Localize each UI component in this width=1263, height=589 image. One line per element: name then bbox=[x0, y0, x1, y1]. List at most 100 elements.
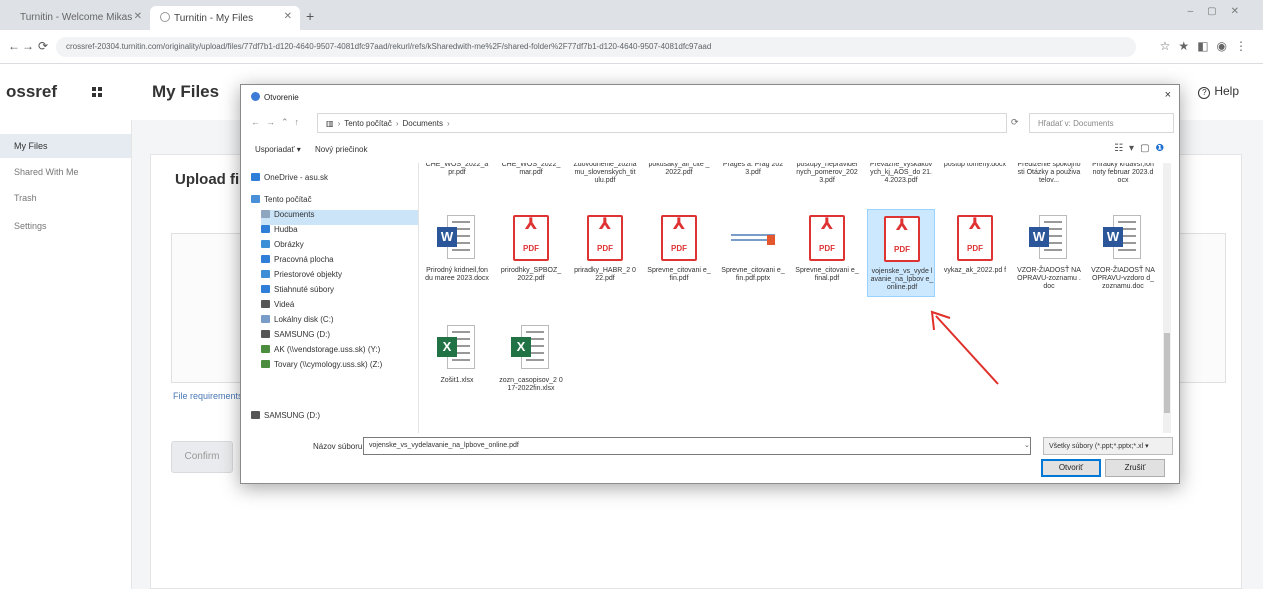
organize-menu[interactable]: Usporiadať ▾ bbox=[255, 145, 301, 154]
nav-pane-item[interactable]: SAMSUNG (D:) bbox=[261, 330, 418, 345]
file-item[interactable]: Predlženie spokojnosti Otázky a použivat… bbox=[1015, 163, 1083, 203]
pdf-file-icon: ⅄ PDF bbox=[884, 216, 920, 262]
file-item[interactable]: X Zošit1.xlsx bbox=[423, 319, 491, 407]
file-item[interactable]: ⅄ PDF vykaz_ak_2022.pd f bbox=[941, 209, 1009, 297]
nav-pane-item[interactable]: OneDrive - asu.sk bbox=[251, 173, 411, 188]
file-item[interactable]: W VZOR-ŽIADOSŤ NA OPRAVU-zoznamu .doc bbox=[1015, 209, 1083, 297]
dialog-search-input[interactable]: Hľadať v: Documents bbox=[1029, 113, 1174, 133]
file-name: priradky_HABR_2 022.pdf bbox=[574, 267, 636, 282]
nav-pane-item[interactable]: SAMSUNG (D:) bbox=[251, 411, 411, 426]
cancel-button[interactable]: Zrušiť bbox=[1105, 459, 1165, 477]
file-item[interactable]: Sprevne_citovani e_fin.pdf.pptx bbox=[719, 209, 787, 297]
pdf-file-icon: ⅄ PDF bbox=[809, 215, 845, 261]
close-tab-icon[interactable]: ✕ bbox=[134, 11, 142, 22]
file-name: Sprevne_citovani e_fin.pdf.pptx bbox=[721, 267, 785, 282]
dialog-nav-arrows[interactable]: ←→⌃↑ bbox=[251, 117, 305, 128]
url-field[interactable]: crossref-20304.turnitin.com/originality/… bbox=[56, 37, 1136, 57]
nav-pane-item[interactable]: Hudba bbox=[261, 225, 418, 240]
file-item[interactable]: CHE_WOS_2022_ mar.pdf bbox=[497, 163, 565, 203]
new-folder-button[interactable]: Nový priečinok bbox=[315, 145, 367, 154]
file-name-input[interactable]: vojenske_vs_vydelavanie_na_lpbove_online… bbox=[363, 437, 1031, 455]
dialog-breadcrumb[interactable]: ▥ › Tento počítač › Documents › bbox=[317, 113, 1007, 133]
browser-tab-active[interactable]: Turnitin - My Files ✕ bbox=[150, 6, 300, 30]
file-name: Predlženie spokojnosti Otázky a použivat… bbox=[1017, 163, 1081, 184]
sidebar-item-my-files[interactable]: My Files bbox=[0, 134, 131, 158]
nav-folder-icon bbox=[261, 345, 270, 353]
confirm-button[interactable]: Confirm bbox=[171, 441, 233, 473]
file-type-filter[interactable]: Všetky súbory (*.ppt;*.pptx;*.xl ▾ bbox=[1043, 437, 1173, 455]
favicon-icon bbox=[160, 12, 170, 22]
nav-item-label: Stiahnuté súbory bbox=[274, 285, 335, 294]
file-item[interactable]: postup tomeny.docx bbox=[941, 163, 1009, 203]
open-file-dialog: Otvorenie × ←→⌃↑ ▥ › Tento počítač › Documen… bbox=[240, 84, 1180, 484]
file-item[interactable]: CHE_WOS_2022_a pr.pdf bbox=[423, 163, 491, 203]
file-item[interactable]: W Prirodný kridneil,fondu maree 2023.docx bbox=[423, 209, 491, 297]
chevron-down-icon[interactable]: ⌄ bbox=[1024, 441, 1030, 449]
nav-pane-item[interactable]: AK (\\vendstorage.uss.sk) (Y:) bbox=[261, 345, 418, 360]
breadcrumb-item[interactable]: Documents bbox=[403, 119, 443, 128]
file-item[interactable]: pokusaky_ail_cite _2022.pdf bbox=[645, 163, 713, 203]
help-label: Help bbox=[1214, 84, 1239, 98]
file-item[interactable]: ⅄ PDF Sprevne_citovani e_fin.pdf bbox=[645, 209, 713, 297]
file-item[interactable]: ⅄ PDF prirodhky_SPBOZ_ 2022.pdf bbox=[497, 209, 565, 297]
dialog-close-button[interactable]: × bbox=[1165, 89, 1171, 101]
nav-folder-icon bbox=[261, 360, 270, 368]
nav-pane-item[interactable]: Tento počítač bbox=[251, 195, 411, 210]
file-item[interactable]: ⅄ PDF vojenske_vs_vyde lavanie_na_lpbov e_… bbox=[867, 209, 935, 297]
window-controls[interactable]: –▢✕ bbox=[1188, 6, 1253, 17]
nav-pane-item[interactable]: Videá bbox=[261, 300, 418, 315]
file-item[interactable]: Prageš a. Prag 2023.pdf bbox=[719, 163, 787, 203]
forward-icon[interactable]: → bbox=[22, 39, 34, 53]
file-scrollbar[interactable] bbox=[1163, 163, 1171, 433]
extension-icons[interactable]: ☆★◧◉⋮ bbox=[1160, 39, 1255, 53]
help-icon[interactable]: ❶ bbox=[1156, 143, 1170, 154]
close-tab-icon[interactable]: ✕ bbox=[284, 11, 292, 22]
back-icon[interactable]: ← bbox=[8, 39, 20, 53]
browser-tab[interactable]: Turnitin - Welcome Mikas ✕ bbox=[10, 6, 150, 30]
sidebar-item-shared[interactable]: Shared With Me bbox=[0, 160, 131, 184]
sidebar: My Files Shared With Me Trash Settings bbox=[0, 120, 132, 589]
file-item[interactable]: postupy_nepravidelnych_pomerov_202 3.pdf bbox=[793, 163, 861, 203]
file-name: pokusaky_ail_cite _2022.pdf bbox=[648, 163, 710, 176]
file-name-label: Názov súboru: bbox=[313, 442, 365, 451]
nav-pane-item[interactable]: Priestorové objekty bbox=[261, 270, 418, 285]
file-item[interactable]: Prevazne_vyskakov ych_kj_AOS_do 21.4.202… bbox=[867, 163, 935, 203]
nav-pane-item[interactable]: Lokálny disk (C:) bbox=[261, 315, 418, 330]
file-requirements-link[interactable]: File requirements bbox=[173, 391, 243, 401]
nav-folder-icon bbox=[261, 255, 270, 263]
help-link[interactable]: ? Help bbox=[1198, 84, 1239, 99]
nav-folder-icon bbox=[261, 300, 270, 308]
nav-folder-icon bbox=[261, 240, 270, 248]
open-button[interactable]: Otvoriť bbox=[1041, 459, 1101, 477]
nav-folder-icon bbox=[261, 270, 270, 278]
reload-icon[interactable]: ⟳ bbox=[38, 39, 48, 53]
nav-folder-icon bbox=[251, 195, 260, 203]
breadcrumb-item[interactable]: Tento počítač bbox=[344, 119, 392, 128]
sidebar-item-settings[interactable]: Settings bbox=[0, 214, 131, 238]
dialog-toolbar: Usporiadať ▾ Nový priečinok ☷▾▢❶ bbox=[255, 143, 1170, 159]
view-options[interactable]: ☷▾▢❶ bbox=[1114, 143, 1170, 154]
nav-folder-icon bbox=[251, 173, 260, 181]
nav-scrollbar[interactable] bbox=[418, 163, 419, 433]
nav-pane-item[interactable]: Stiahnuté súbory bbox=[261, 285, 418, 300]
nav-pane-item[interactable]: Documents bbox=[261, 210, 418, 225]
apps-grid-icon[interactable] bbox=[92, 87, 102, 97]
file-item[interactable]: ⅄ PDF Sprevne_citovani e_final.pdf bbox=[793, 209, 861, 297]
file-item[interactable]: Xzozn_casopisov_2 017-2022fin.xlsx bbox=[497, 319, 565, 407]
file-name: VZOR-ŽIADOSŤ NA OPRAVU-vzdoro d_zoznamu.… bbox=[1091, 267, 1155, 290]
nav-pane-item[interactable]: Obrázky bbox=[261, 240, 418, 255]
file-item[interactable]: Zdôvodnenie_zoznamu_slovenskych_tit ulu.… bbox=[571, 163, 639, 203]
nav-item-label: OneDrive - asu.sk bbox=[264, 173, 329, 182]
file-item[interactable]: ⅄ PDF priradky_HABR_2 022.pdf bbox=[571, 209, 639, 297]
file-item[interactable]: Priradky krdavší,fonnoty februar 2023.do… bbox=[1089, 163, 1157, 203]
dialog-nav-row: ←→⌃↑ ▥ › Tento počítač › Documents › ⟳ Hľadať… bbox=[251, 113, 1174, 135]
refresh-icon[interactable]: ⟳ bbox=[1011, 117, 1019, 128]
sidebar-item-trash[interactable]: Trash bbox=[0, 186, 131, 210]
file-item[interactable]: W VZOR-ŽIADOSŤ NA OPRAVU-vzdoro d_zoznamu… bbox=[1089, 209, 1157, 297]
nav-folder-icon bbox=[251, 411, 260, 419]
new-tab-button[interactable]: + bbox=[306, 8, 314, 24]
help-icon: ? bbox=[1198, 87, 1211, 99]
nav-pane-item[interactable]: Pracovná plocha bbox=[261, 255, 418, 270]
nav-pane-item[interactable]: Tovary (\\cymology.uss.sk) (Z:) bbox=[261, 360, 418, 375]
brand-logo: ossref bbox=[6, 82, 58, 101]
